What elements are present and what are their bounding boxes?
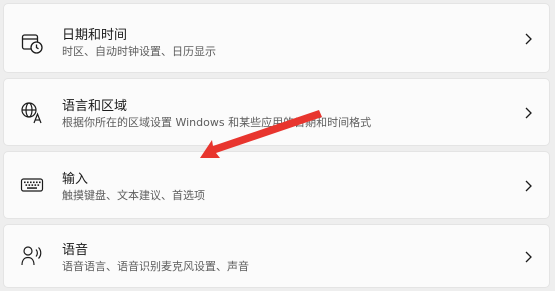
settings-item-date-time[interactable]: 日期和时间 时区、自动时钟设置、日历显示	[3, 3, 550, 73]
speech-icon	[20, 244, 44, 268]
settings-item-description: 根据你所在的区域设置 Windows 和某些应用的日期和时间格式	[62, 116, 372, 129]
settings-item-title: 语音	[62, 243, 89, 258]
settings-list: 日期和时间 时区、自动时钟设置、日历显示 语言和区域 根据你所在的区域设置 Wi…	[0, 0, 555, 291]
settings-item-description: 触摸键盘、文本建议、首选项	[62, 189, 205, 202]
settings-item-title: 日期和时间	[62, 28, 128, 43]
settings-item-title: 语言和区域	[62, 99, 128, 114]
settings-item-title: 输入	[62, 172, 89, 187]
keyboard-icon	[20, 173, 44, 197]
settings-item-input[interactable]: 输入 触摸键盘、文本建议、首选项	[3, 151, 550, 219]
settings-item-description: 语音语言、语音识别麦克风设置、声音	[62, 260, 249, 273]
language-icon	[20, 101, 44, 125]
settings-item-description: 时区、自动时钟设置、日历显示	[62, 45, 216, 58]
chevron-right-icon	[523, 179, 533, 193]
settings-item-language-region[interactable]: 语言和区域 根据你所在的区域设置 Windows 和某些应用的日期和时间格式	[3, 78, 550, 146]
settings-item-speech[interactable]: 语音 语音语言、语音识别麦克风设置、声音	[3, 224, 550, 288]
chevron-right-icon	[523, 32, 533, 46]
chevron-right-icon	[523, 250, 533, 264]
calendar-clock-icon	[20, 31, 44, 55]
chevron-right-icon	[523, 106, 533, 120]
